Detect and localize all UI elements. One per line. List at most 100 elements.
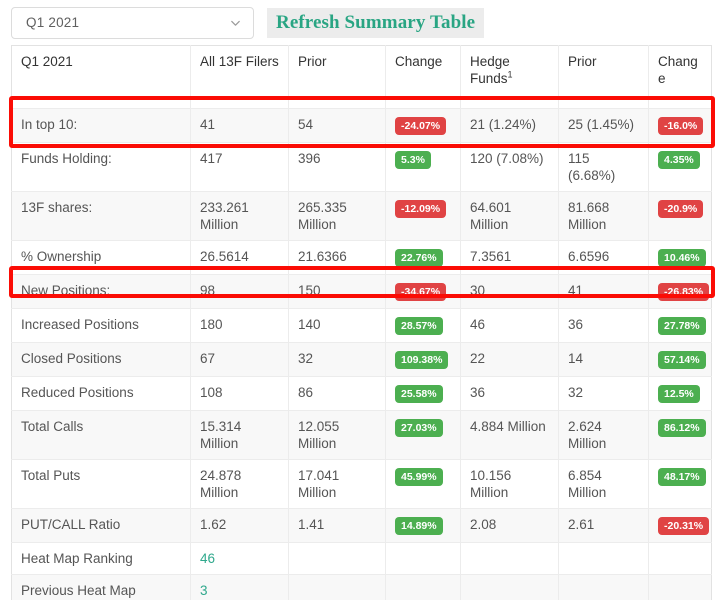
cell-hf-prior: 32 xyxy=(558,376,649,411)
change-badge: -12.09% xyxy=(395,200,447,218)
cell-all-prior: 1.41 xyxy=(288,508,386,543)
cell-all-change: 22.76% xyxy=(385,240,461,275)
change-badge: 14.89% xyxy=(395,517,443,535)
change-badge: -24.07% xyxy=(395,117,447,135)
table-head: Q1 2021 All 13F Filers Prior Change Hedg… xyxy=(11,45,712,109)
cell-hf-prior: 36 xyxy=(558,308,649,343)
cell-hedge-funds: 22 xyxy=(460,342,559,377)
cell-hf-change: 12.5% xyxy=(648,376,712,411)
cell-all-13f-filers: 41 xyxy=(190,108,289,143)
row-label: Heat Map Ranking xyxy=(11,542,191,575)
change-badge: -16.0% xyxy=(658,117,704,135)
cell-hedge-funds: 2.08 xyxy=(460,508,559,543)
table-row: Previous Heat Map Ranking 3 xyxy=(11,574,712,600)
change-badge: 5.3% xyxy=(395,151,431,169)
row-label: Total Puts xyxy=(11,459,191,509)
table-row: In top 10: 41 54 -24.07% 21 (1.24%) 25 (1.45%… xyxy=(11,108,712,143)
change-badge: 27.03% xyxy=(395,419,443,437)
row-label: Closed Positions xyxy=(11,342,191,377)
row-label: Previous Heat Map Ranking xyxy=(11,574,191,600)
cell-all-change: 109.38% xyxy=(385,342,461,377)
table-row: Total Puts 24.878 Million 17.041 Million 45… xyxy=(11,459,712,509)
change-badge: 57.14% xyxy=(658,351,706,369)
cell-all-13f-filers: 233.261 Million xyxy=(190,191,289,241)
cell-all-change: -12.09% xyxy=(385,191,461,241)
row-label: In top 10: xyxy=(11,108,191,143)
change-badge: 45.99% xyxy=(395,468,443,486)
cell-all-change: 45.99% xyxy=(385,459,461,509)
cell-all-change: -24.07% xyxy=(385,108,461,143)
refresh-summary-table-button[interactable]: Refresh Summary Table xyxy=(267,7,485,38)
cell-all-change xyxy=(385,574,461,600)
cell-hedge-funds: 36 xyxy=(460,376,559,411)
change-badge: -20.9% xyxy=(658,200,704,218)
cell-hf-change: 48.17% xyxy=(648,459,712,509)
cell-hf-change: 57.14% xyxy=(648,342,712,377)
change-badge: -26.83% xyxy=(658,283,710,301)
summary-table: Q1 2021 All 13F Filers Prior Change Hedg… xyxy=(11,45,712,600)
cell-all-prior xyxy=(288,542,386,575)
summary-table-container: Q1 2021 All 13F Filers Prior Change Hedg… xyxy=(11,45,712,600)
heat-map-ranking-link[interactable]: 3 xyxy=(200,583,208,598)
row-label: 13F shares: xyxy=(11,191,191,241)
column-header-hedge-funds-label: Hedge Funds xyxy=(470,54,510,86)
cell-all-change: 5.3% xyxy=(385,142,461,192)
cell-all-13f-filers: 24.878 Million xyxy=(190,459,289,509)
cell-all-prior: 396 xyxy=(288,142,386,192)
cell-hf-prior: 6.854 Million xyxy=(558,459,649,509)
cell-hf-prior xyxy=(558,542,649,575)
cell-hf-change xyxy=(648,574,712,600)
table-row: Reduced Positions 108 86 25.58% 36 32 12.5% xyxy=(11,376,712,411)
row-label: Funds Holding: xyxy=(11,142,191,192)
cell-hf-prior: 6.6596 xyxy=(558,240,649,275)
period-select[interactable]: Q1 2021 xyxy=(11,6,254,39)
change-badge: -34.67% xyxy=(395,283,447,301)
cell-hf-change: -20.9% xyxy=(648,191,712,241)
summary-table-page: Q1 2021 Refresh Summary Table Q1 2021 Al… xyxy=(0,0,720,600)
column-header-hf-prior: Prior xyxy=(558,45,649,109)
cell-all-13f-filers: 15.314 Million xyxy=(190,410,289,460)
cell-hf-prior: 41 xyxy=(558,274,649,309)
change-badge: 4.35% xyxy=(658,151,700,169)
cell-hf-prior: 2.61 xyxy=(558,508,649,543)
cell-hf-change: -16.0% xyxy=(648,108,712,143)
cell-hedge-funds: 4.884 Million xyxy=(460,410,559,460)
cell-all-13f-filers: 46 xyxy=(190,542,289,575)
cell-all-prior: 12.055 Million xyxy=(288,410,386,460)
row-label: Reduced Positions xyxy=(11,376,191,411)
cell-hf-prior: 25 (1.45%) xyxy=(558,108,649,143)
row-label: Increased Positions xyxy=(11,308,191,343)
change-badge: 109.38% xyxy=(395,351,449,369)
cell-hf-change: -26.83% xyxy=(648,274,712,309)
cell-hedge-funds: 10.156 Million xyxy=(460,459,559,509)
cell-hf-change: 27.78% xyxy=(648,308,712,343)
change-badge: 22.76% xyxy=(395,249,443,267)
cell-all-prior: 150 xyxy=(288,274,386,309)
table-row: Increased Positions 180 140 28.57% 46 36 27.78… xyxy=(11,308,712,343)
heat-map-ranking-link[interactable]: 46 xyxy=(200,551,215,566)
cell-hf-prior: 2.624 Million xyxy=(558,410,649,460)
change-badge: 28.57% xyxy=(395,317,443,335)
row-label: Total Calls xyxy=(11,410,191,460)
cell-all-change: 14.89% xyxy=(385,508,461,543)
column-header-hedge-funds: Hedge Funds1 xyxy=(460,45,559,109)
cell-hf-change: 10.46% xyxy=(648,240,712,275)
toolbar: Q1 2021 Refresh Summary Table xyxy=(0,0,720,45)
cell-hf-change: -20.31% xyxy=(648,508,712,543)
footnote-marker: 1 xyxy=(507,69,513,80)
cell-all-13f-filers: 180 xyxy=(190,308,289,343)
cell-hedge-funds: 120 (7.08%) xyxy=(460,142,559,192)
cell-hedge-funds: 21 (1.24%) xyxy=(460,108,559,143)
cell-all-change: 27.03% xyxy=(385,410,461,460)
cell-hf-change: 4.35% xyxy=(648,142,712,192)
cell-hf-change xyxy=(648,542,712,575)
cell-hf-change: 86.12% xyxy=(648,410,712,460)
cell-all-13f-filers: 98 xyxy=(190,274,289,309)
cell-hedge-funds: 46 xyxy=(460,308,559,343)
column-header-all-change: Change xyxy=(385,45,461,109)
table-body: In top 10: 41 54 -24.07% 21 (1.24%) 25 (1.45%… xyxy=(11,108,712,600)
column-header-hf-change: Change xyxy=(648,45,712,109)
table-row: Closed Positions 67 32 109.38% 22 14 57.14% xyxy=(11,342,712,377)
cell-hf-prior: 115 (6.68%) xyxy=(558,142,649,192)
cell-all-change: 25.58% xyxy=(385,376,461,411)
